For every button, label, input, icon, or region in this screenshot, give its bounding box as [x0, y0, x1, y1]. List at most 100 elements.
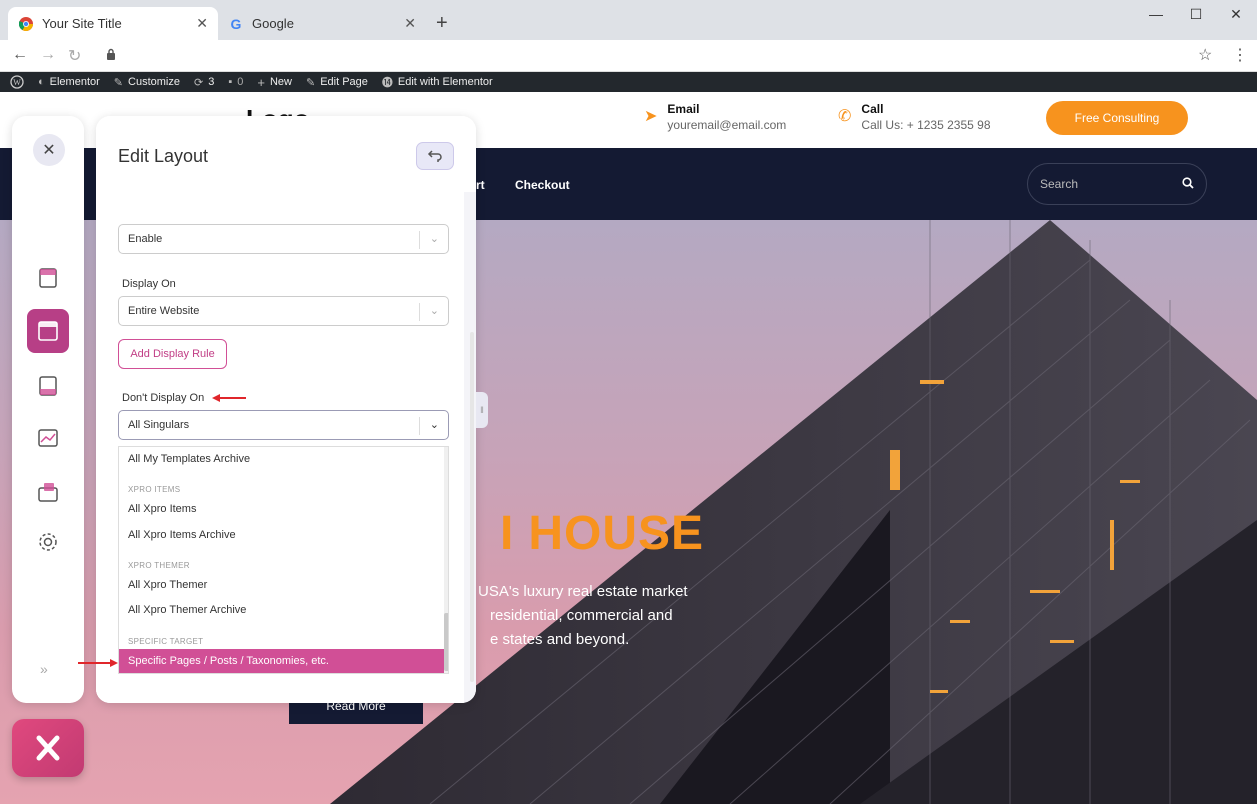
close-icon[interactable]: ✕: [33, 134, 65, 166]
wp-item-label: New: [269, 76, 292, 88]
tab-google[interactable]: G Google ✕: [218, 7, 426, 40]
undo-arrow-icon[interactable]: [416, 142, 454, 170]
minimize-icon[interactable]: —: [1136, 6, 1176, 22]
dropdown-option[interactable]: All Xpro Items Archive: [119, 523, 444, 547]
dont-display-dropdown: All My Templates Archive XPRO ITEMS All …: [118, 446, 449, 674]
dont-display-on-value: All Singulars: [128, 419, 190, 431]
nav-checkout[interactable]: Checkout: [515, 178, 570, 192]
dropdown-option[interactable]: All My Templates Archive: [119, 447, 444, 471]
wp-admin-bar: W ◐ Elementor ✎ Customize ⟳ 3 ▪ 0 + New ✎ Edit…: [0, 72, 1257, 92]
panel-header: Edit Layout: [96, 116, 476, 192]
tab-your-site-title[interactable]: Your Site Title ✕: [8, 7, 218, 40]
free-consulting-button[interactable]: Free Consulting: [1046, 101, 1188, 135]
dropdown-group-label: XPRO ITEMS: [128, 485, 181, 494]
xpro-logo-button[interactable]: [12, 719, 84, 777]
select-divider: [419, 417, 420, 435]
double-chevron-icon[interactable]: »: [40, 661, 48, 677]
dont-display-on-select[interactable]: All Singulars ⌄: [118, 410, 449, 440]
wp-item-label: 0: [237, 76, 244, 88]
wp-item-updates[interactable]: ⟳ 3: [194, 76, 214, 89]
maximize-icon[interactable]: ☐: [1176, 6, 1216, 23]
site-search[interactable]: Search: [1027, 163, 1207, 205]
palette-icon: ◐: [38, 76, 45, 88]
xpro-x-icon: [36, 735, 60, 761]
annotation-arrow: [78, 662, 110, 664]
address-bar: ← → ↻ ☆ ⋮: [0, 40, 1257, 72]
chevron-down-icon[interactable]: ⌄: [430, 418, 439, 431]
hero-title-word: HOUSE: [528, 507, 705, 560]
panel-body: Enable ⌄ Display On Entire Website ⌄ Add…: [96, 192, 476, 703]
add-display-rule-button[interactable]: Add Display Rule: [118, 339, 227, 369]
search-icon[interactable]: [1182, 176, 1194, 192]
new-tab-icon[interactable]: +: [436, 12, 448, 35]
chevron-down-icon[interactable]: ⌄: [430, 232, 439, 245]
dont-display-on-label: Don't Display On: [122, 392, 205, 404]
back-arrow-icon[interactable]: ←: [12, 46, 28, 64]
select-divider: [419, 303, 420, 321]
forward-arrow-icon[interactable]: →: [40, 46, 56, 64]
footer-layout-icon[interactable]: [32, 370, 64, 402]
display-on-select[interactable]: Entire Website ⌄: [118, 296, 449, 326]
wp-item-label: Edit with Elementor: [397, 76, 493, 88]
wordpress-logo[interactable]: W: [10, 75, 24, 89]
annotation-arrowhead: [212, 394, 220, 402]
wp-item-edit-elementor[interactable]: ⓮ Edit with Elementor: [382, 74, 493, 90]
reload-icon[interactable]: ↻: [68, 46, 81, 66]
panel-content: Enable ⌄ Display On Entire Website ⌄ Add…: [96, 192, 464, 703]
wp-item-edit-page[interactable]: ✎ Edit Page: [306, 76, 368, 89]
paper-plane-icon: ➤: [644, 108, 658, 125]
refresh-icon: ⟳: [193, 76, 204, 89]
contact-email: ➤ Email youremail@email.com: [644, 102, 786, 132]
display-on-label: Display On: [122, 278, 176, 290]
wp-item-label: Elementor: [49, 76, 100, 88]
dropdown-option[interactable]: All Xpro Themer: [119, 573, 444, 597]
svg-text:W: W: [13, 78, 21, 87]
comment-icon: ▪: [228, 76, 233, 88]
chevron-down-icon[interactable]: ⌄: [430, 304, 439, 317]
menu-dots-icon[interactable]: ⋮: [1232, 45, 1248, 65]
search-placeholder: Search: [1040, 177, 1079, 191]
email-value: youremail@email.com: [667, 118, 787, 132]
nav-cart[interactable]: rt: [476, 178, 485, 192]
dropdown-scroll-thumb[interactable]: [444, 613, 448, 671]
annotation-arrow: [220, 397, 246, 399]
edit-layout-panel: Edit Layout Enable ⌄ Display On Entire W…: [96, 116, 476, 703]
elementor-icon: ⓮: [381, 77, 393, 89]
page-layout-icon[interactable]: [27, 309, 69, 353]
close-icon[interactable]: ✕: [404, 15, 416, 32]
gear-icon[interactable]: [32, 526, 64, 558]
archive-layout-icon[interactable]: [32, 422, 64, 454]
display-on-value: Entire Website: [128, 305, 200, 317]
tab-title: Google: [252, 16, 294, 31]
wp-item-label: Customize: [128, 76, 180, 88]
window-close-icon[interactable]: ✕: [1216, 6, 1256, 23]
panel-scrollbar[interactable]: [470, 332, 474, 682]
dropdown-option[interactable]: All Xpro Items: [119, 497, 444, 521]
tab-title: Your Site Title: [42, 16, 122, 31]
annotation-arrowhead: [110, 659, 118, 667]
dropdown-scrollbar[interactable]: [444, 447, 448, 673]
dropdown-option[interactable]: All Xpro Themer Archive: [119, 598, 444, 622]
bookmark-star-icon[interactable]: ☆: [1198, 45, 1212, 65]
chrome-icon: [18, 16, 34, 32]
close-icon[interactable]: ✕: [196, 15, 208, 32]
google-icon: G: [230, 15, 242, 32]
wp-item-customize[interactable]: ✎ Customize: [114, 76, 180, 89]
dropdown-group-label: SPECIFIC TARGET: [128, 637, 204, 646]
header-layout-icon[interactable]: [32, 262, 64, 294]
call-label: Call: [861, 102, 884, 116]
select-divider: [419, 231, 420, 249]
browser-tab-bar: Your Site Title ✕ G Google ✕ + — ☐ ✕: [0, 0, 1257, 40]
call-value: Call Us: + 1235 2355 98: [861, 118, 991, 132]
popup-layout-icon[interactable]: [32, 476, 64, 508]
dropdown-option-selected[interactable]: Specific Pages / Posts / Taxonomies, etc…: [119, 649, 444, 673]
wp-item-new[interactable]: + New: [257, 75, 292, 90]
wp-item-elementor[interactable]: ◐ Elementor: [38, 76, 100, 88]
contact-call: ✆ Call Call Us: + 1235 2355 98: [838, 102, 991, 132]
phone-icon: ✆: [838, 108, 852, 125]
wordpress-icon: W: [10, 75, 24, 89]
status-select[interactable]: Enable ⌄: [118, 224, 449, 254]
email-label: Email: [667, 102, 700, 116]
wp-item-comments[interactable]: ▪ 0: [228, 76, 243, 88]
panel-resize-handle[interactable]: ‖: [476, 392, 488, 428]
